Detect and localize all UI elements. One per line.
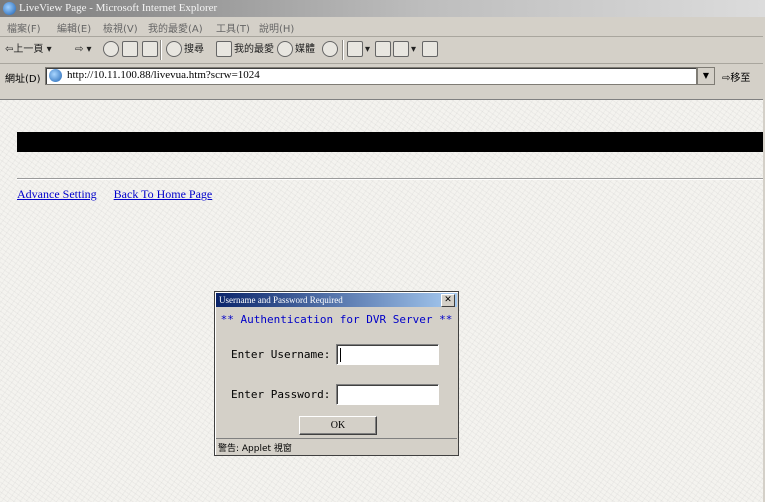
edit-button[interactable]: ▾ — [393, 41, 416, 59]
password-label: Enter Password: — [231, 388, 331, 401]
favorites-label: 我的最愛 — [234, 44, 274, 55]
dialog-heading: ** Authentication for DVR Server ** — [220, 313, 453, 326]
address-url: http://10.11.100.88/livevua.htm?scrw=102… — [67, 69, 260, 81]
dialog-title: Username and Password Required — [219, 295, 343, 305]
address-input[interactable]: http://10.11.100.88/livevua.htm?scrw=102… — [45, 67, 697, 85]
search-button[interactable]: 搜尋 — [166, 41, 204, 59]
menu-bar: 檔案(F) 編輯(E) 檢視(V) 我的最愛(A) 工具(T) 說明(H) — [0, 17, 765, 37]
password-input[interactable] — [336, 384, 439, 405]
favorites-icon — [216, 41, 232, 57]
print-button[interactable] — [375, 41, 393, 59]
edit-icon — [393, 41, 409, 57]
go-button[interactable]: ⇨移至 — [722, 69, 750, 84]
ok-button[interactable]: OK — [299, 416, 377, 435]
favorites-button[interactable]: 我的最愛 — [216, 41, 274, 59]
back-to-home-link[interactable]: Back To Home Page — [114, 187, 213, 201]
header-banner — [17, 132, 765, 152]
advance-setting-link[interactable]: Advance Setting — [17, 187, 97, 201]
window-title: LiveView Page - Microsoft Internet Explo… — [19, 2, 218, 14]
dialog-close-button[interactable]: ✕ — [441, 294, 455, 307]
browser-chrome: 檔案(F) 編輯(E) 檢視(V) 我的最愛(A) 工具(T) 說明(H) ⇦上… — [0, 17, 765, 100]
home-button[interactable] — [142, 41, 160, 59]
applet-warning-text: 警告: Applet 視窗 — [218, 444, 292, 454]
refresh-button[interactable] — [122, 41, 140, 59]
stop-button[interactable] — [103, 41, 121, 59]
standard-toolbar: ⇦上一頁 ▾ ⇨ ▾ 搜尋 我的最愛 媒體 ▾ ▾ — [0, 37, 765, 64]
auth-dialog: Username and Password Required ✕ ** Auth… — [214, 291, 459, 456]
close-icon: ✕ — [444, 295, 452, 305]
media-label: 媒體 — [295, 44, 315, 55]
media-icon — [277, 41, 293, 57]
menu-favorites[interactable]: 我的最愛(A) — [148, 20, 203, 35]
address-dropdown-button[interactable]: ▼ — [697, 67, 715, 85]
menu-view[interactable]: 檢視(V) — [103, 20, 138, 35]
go-label: 移至 — [730, 73, 751, 84]
back-button[interactable]: ⇦上一頁 ▾ — [5, 41, 52, 59]
home-icon — [142, 41, 158, 57]
forward-button[interactable]: ⇨ ▾ — [75, 41, 92, 59]
page-icon — [49, 69, 62, 82]
dialog-titlebar[interactable]: Username and Password Required ✕ — [216, 293, 457, 307]
media-button[interactable]: 媒體 — [277, 41, 315, 59]
address-label: 網址(D) — [5, 74, 41, 85]
history-icon — [322, 41, 338, 57]
search-icon — [166, 41, 182, 57]
username-input[interactable] — [336, 344, 439, 365]
refresh-icon — [122, 41, 138, 57]
menu-file[interactable]: 檔案(F) — [7, 20, 41, 35]
window-titlebar[interactable]: LiveView Page - Microsoft Internet Explo… — [0, 0, 765, 17]
divider — [17, 178, 765, 180]
address-bar: 網址(D) http://10.11.100.88/livevua.htm?sc… — [0, 65, 765, 87]
mail-button[interactable]: ▾ — [347, 41, 370, 59]
back-label: 上一頁 — [13, 44, 44, 55]
nav-links: Advance Setting Back To Home Page — [17, 187, 212, 202]
menu-help[interactable]: 說明(H) — [259, 20, 294, 35]
menu-tools[interactable]: 工具(T) — [216, 20, 250, 35]
discuss-button[interactable] — [422, 41, 440, 59]
toolbar-separator — [160, 40, 162, 60]
stop-icon — [103, 41, 119, 57]
print-icon — [375, 41, 391, 57]
menu-edit[interactable]: 編輯(E) — [57, 20, 91, 35]
ie-icon — [3, 2, 16, 15]
discuss-icon — [422, 41, 438, 57]
toolbar-separator — [342, 40, 344, 60]
applet-warning-bar: 警告: Applet 視窗 — [216, 438, 457, 455]
search-label: 搜尋 — [184, 44, 204, 55]
history-button[interactable] — [322, 41, 340, 59]
text-caret — [340, 348, 341, 362]
mail-icon — [347, 41, 363, 57]
username-label: Enter Username: — [231, 348, 331, 361]
